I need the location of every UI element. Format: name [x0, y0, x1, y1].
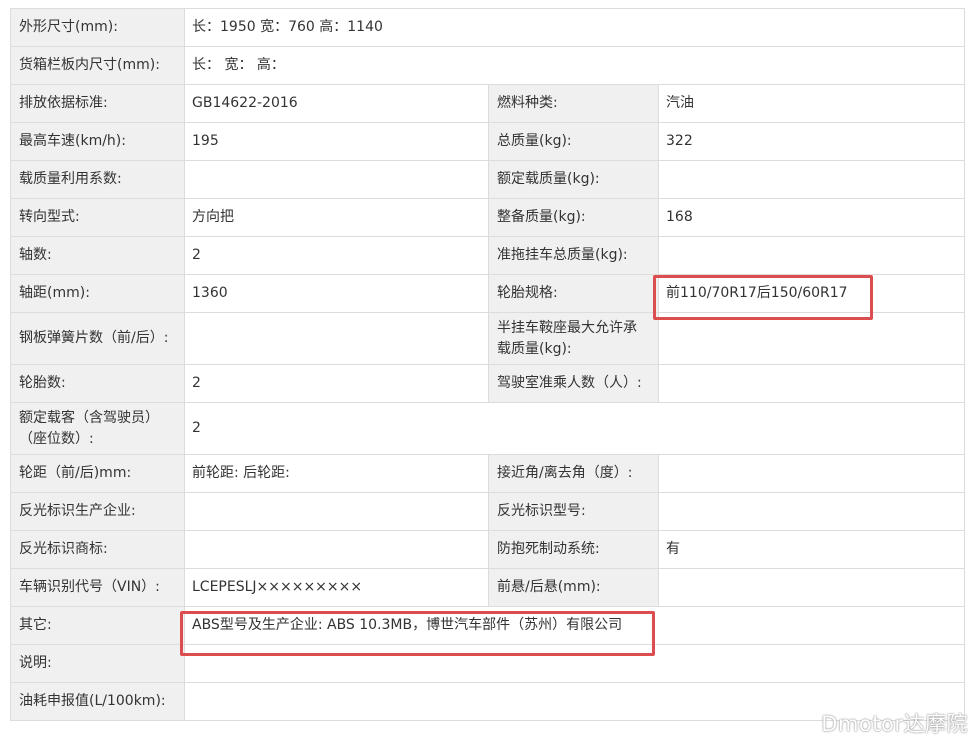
table-row: 载质量利用系数: 额定载质量(kg):	[10, 160, 966, 199]
label-overhang: 前悬/后悬(mm):	[488, 568, 659, 607]
label-vin: 车辆识别代号（VIN）:	[10, 568, 185, 607]
table-row: 反光标识生产企业: 反光标识型号:	[10, 492, 966, 531]
label-notes: 说明:	[10, 644, 185, 683]
label-trailer-mass: 准拖挂车总质量(kg):	[488, 236, 659, 275]
value-curb-mass: 168	[657, 198, 966, 237]
table-row: 最高车速(km/h): 195 总质量(kg): 322	[10, 122, 966, 161]
value-reflector-model	[657, 492, 966, 531]
value-cargo-box-dimensions: 长： 宽： 高：	[183, 46, 966, 85]
label-other: 其它:	[10, 606, 185, 645]
table-row: 车辆识别代号（VIN）: LCEPESLJ××××××××× 前悬/后悬(mm)…	[10, 568, 966, 607]
value-max-speed: 195	[184, 122, 489, 161]
label-load-utilization: 载质量利用系数:	[10, 160, 185, 199]
label-wheelbase: 轴距(mm):	[10, 274, 185, 313]
value-other: ABS型号及生产企业: ABS 10.3MB，博世汽车部件（苏州）有限公司	[183, 606, 966, 645]
label-rated-load: 额定载质量(kg):	[488, 160, 659, 199]
table-row: 说明:	[10, 644, 966, 683]
value-steering-type: 方向把	[184, 198, 489, 237]
value-tire-count: 2	[184, 364, 489, 403]
value-abs: 有	[657, 530, 966, 569]
vehicle-spec-table: 外形尺寸(mm): 长：1950 宽：760 高：1140 货箱栏板内尺寸(mm…	[10, 8, 966, 721]
value-fuel-type: 汽油	[657, 84, 966, 123]
value-approach-departure-angle	[657, 454, 966, 493]
value-emission-standard: GB14622-2016	[184, 84, 489, 123]
value-total-mass: 322	[657, 122, 966, 161]
table-row: 轮距（前/后)mm: 前轮距: 后轮距: 接近角/离去角（度）:	[10, 454, 966, 493]
table-row: 钢板弹簧片数（前/后）: 半挂车鞍座最大允许承载质量(kg):	[10, 312, 966, 365]
value-vin: LCEPESLJ×××××××××	[184, 568, 489, 607]
value-load-utilization	[184, 160, 489, 199]
table-row: 外形尺寸(mm): 长：1950 宽：760 高：1140	[10, 8, 966, 47]
label-tire-count: 轮胎数:	[10, 364, 185, 403]
label-approach-departure-angle: 接近角/离去角（度）:	[488, 454, 659, 493]
label-fuel-consumption: 油耗申报值(L/100km):	[10, 682, 185, 721]
label-saddle-max-load: 半挂车鞍座最大允许承载质量(kg):	[488, 312, 659, 365]
value-notes	[183, 644, 966, 683]
table-row: 额定载客（含驾驶员）（座位数）: 2	[10, 402, 966, 455]
value-tire-spec: 前110/70R17后150/60R17	[657, 274, 966, 313]
label-reflector-maker: 反光标识生产企业:	[10, 492, 185, 531]
table-row: 排放依据标准: GB14622-2016 燃料种类: 汽油	[10, 84, 966, 123]
label-dimensions: 外形尺寸(mm):	[10, 8, 185, 47]
value-leaf-springs	[184, 312, 489, 365]
label-abs: 防抱死制动系统:	[488, 530, 659, 569]
value-rated-load	[657, 160, 966, 199]
label-max-speed: 最高车速(km/h):	[10, 122, 185, 161]
value-track-width: 前轮距: 后轮距:	[184, 454, 489, 493]
value-reflector-maker	[184, 492, 489, 531]
table-row: 转向型式: 方向把 整备质量(kg): 168	[10, 198, 966, 237]
label-reflector-model: 反光标识型号:	[488, 492, 659, 531]
label-total-mass: 总质量(kg):	[488, 122, 659, 161]
label-track-width: 轮距（前/后)mm:	[10, 454, 185, 493]
value-reflector-brand	[184, 530, 489, 569]
value-overhang	[657, 568, 966, 607]
table-row: 轴数: 2 准拖挂车总质量(kg):	[10, 236, 966, 275]
label-reflector-brand: 反光标识商标:	[10, 530, 185, 569]
label-curb-mass: 整备质量(kg):	[488, 198, 659, 237]
value-trailer-mass	[657, 236, 966, 275]
table-row: 轴距(mm): 1360 轮胎规格: 前110/70R17后150/60R17	[10, 274, 966, 313]
value-rated-passengers: 2	[183, 402, 966, 455]
value-dimensions: 长：1950 宽：760 高：1140	[183, 8, 966, 47]
label-axle-count: 轴数:	[10, 236, 185, 275]
label-steering-type: 转向型式:	[10, 198, 185, 237]
label-leaf-springs: 钢板弹簧片数（前/后）:	[10, 312, 185, 365]
label-cab-capacity: 驾驶室准乘人数（人）:	[488, 364, 659, 403]
table-row: 其它: ABS型号及生产企业: ABS 10.3MB，博世汽车部件（苏州）有限公…	[10, 606, 966, 645]
label-fuel-type: 燃料种类:	[488, 84, 659, 123]
watermark: Dmotor达摩院	[821, 712, 968, 736]
value-axle-count: 2	[184, 236, 489, 275]
table-row: 货箱栏板内尺寸(mm): 长： 宽： 高：	[10, 46, 966, 85]
table-row: 轮胎数: 2 驾驶室准乘人数（人）:	[10, 364, 966, 403]
value-wheelbase: 1360	[184, 274, 489, 313]
label-rated-passengers: 额定载客（含驾驶员）（座位数）:	[10, 402, 185, 455]
label-emission-standard: 排放依据标准:	[10, 84, 185, 123]
label-cargo-box-dimensions: 货箱栏板内尺寸(mm):	[10, 46, 185, 85]
value-saddle-max-load	[657, 312, 966, 365]
label-tire-spec: 轮胎规格:	[488, 274, 659, 313]
table-row: 反光标识商标: 防抱死制动系统: 有	[10, 530, 966, 569]
value-cab-capacity	[657, 364, 966, 403]
